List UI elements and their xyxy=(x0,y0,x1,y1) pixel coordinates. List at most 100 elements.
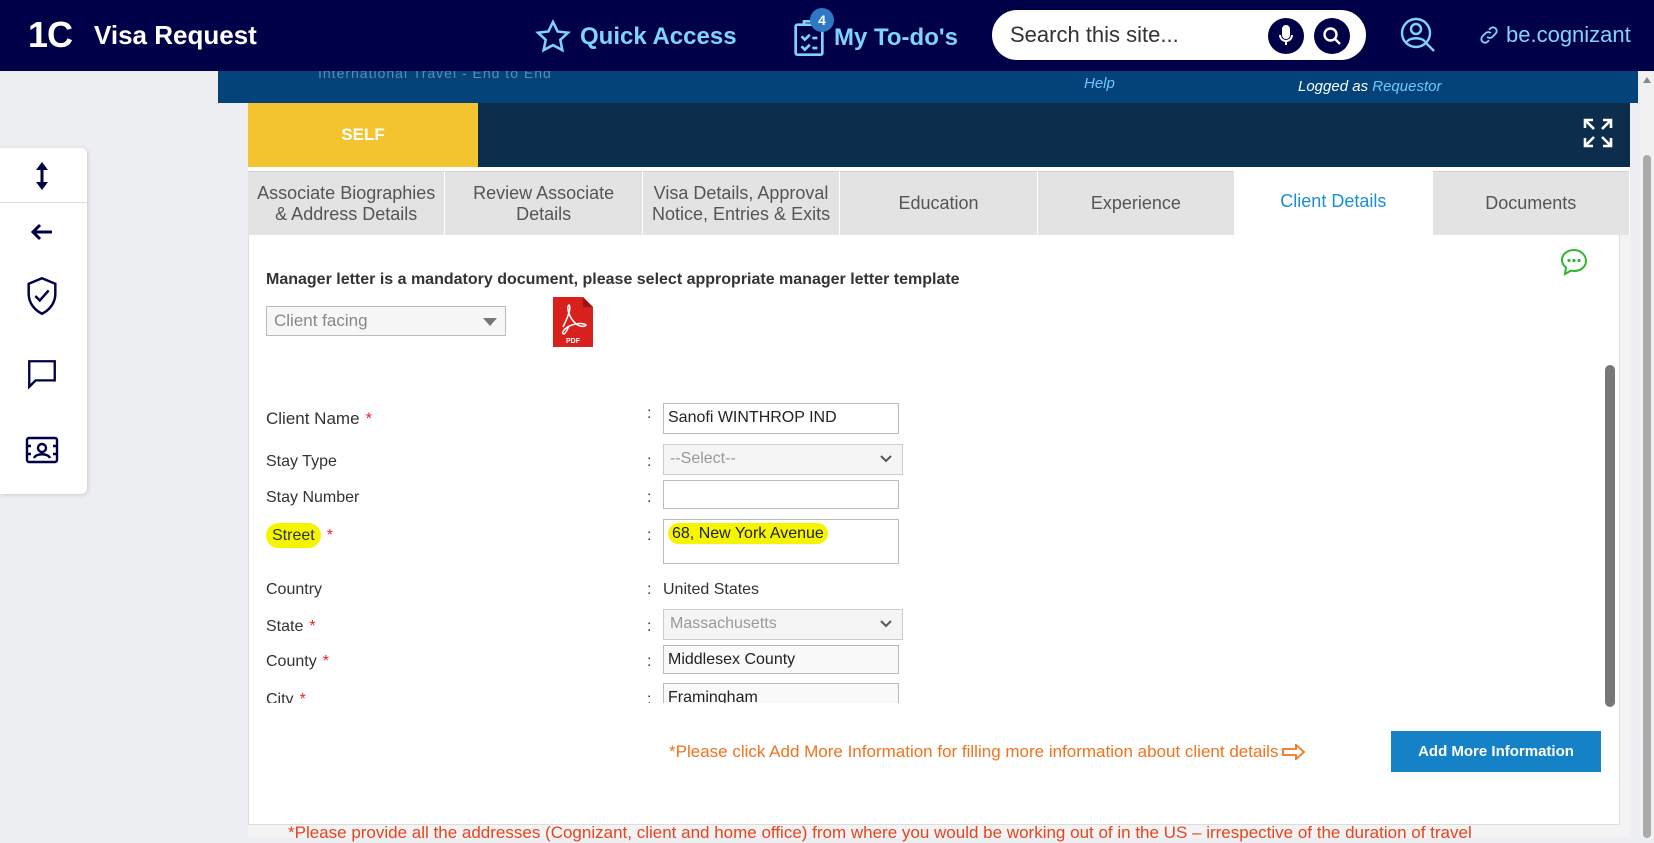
app-title[interactable]: Visa Request xyxy=(94,20,257,51)
state-label: State * xyxy=(266,618,316,636)
street-value: 68, New York Avenue xyxy=(668,523,828,544)
address-requirement-message: *Please provide all the addresses (Cogni… xyxy=(288,823,1472,842)
left-toolbar xyxy=(0,148,87,494)
visa-request-panel: SELF Associate Biographies & Address Det… xyxy=(248,103,1630,842)
microphone-icon xyxy=(1279,25,1293,45)
field-colon: : xyxy=(647,653,652,670)
section-tabs: Associate Biographies & Address Details … xyxy=(248,167,1630,235)
shield-check-icon xyxy=(27,276,57,316)
tab-education[interactable]: Education xyxy=(840,171,1037,235)
stay-type-label: Stay Type xyxy=(266,453,337,470)
client-name-label-text: Client Name xyxy=(266,409,360,428)
street-label-text: Street xyxy=(266,523,321,548)
top-navbar: 1C Visa Request Quick Access My To-do's … xyxy=(0,0,1654,71)
add-info-message: *Please click Add More Information for f… xyxy=(669,742,1306,762)
scroll-up-arrow-icon[interactable] xyxy=(1643,77,1651,83)
tab-associate-biographies[interactable]: Associate Biographies & Address Details xyxy=(248,171,445,235)
support-button[interactable] xyxy=(22,430,62,470)
user-search-icon[interactable] xyxy=(1398,15,1438,55)
comment-dots-icon[interactable] xyxy=(1559,247,1589,277)
stay-number-label: Stay Number xyxy=(266,489,360,506)
self-tab[interactable]: SELF xyxy=(248,103,478,167)
tab-client-details[interactable]: Client Details xyxy=(1235,167,1432,235)
help-link[interactable]: Help xyxy=(1084,75,1115,92)
field-colon: : xyxy=(647,405,652,422)
manager-letter-instruction: Manager letter is a mandatory document, … xyxy=(266,271,960,288)
support-ticket-icon xyxy=(25,436,59,464)
message-icon xyxy=(28,360,56,390)
add-more-information-button[interactable]: Add More Information xyxy=(1391,731,1601,772)
form-scrollbar[interactable] xyxy=(1605,365,1615,707)
county-label-text: County xyxy=(266,653,317,670)
country-label: Country xyxy=(266,581,323,598)
state-select[interactable]: Massachusetts xyxy=(663,609,903,640)
search-icon xyxy=(1323,27,1341,45)
collapse-toggle[interactable] xyxy=(22,156,62,196)
todo-count-badge: 4 xyxy=(810,8,834,32)
street-textarea[interactable]: 68, New York Avenue xyxy=(663,519,899,564)
client-name-input[interactable]: Sanofi WINTHROP IND xyxy=(663,403,899,434)
client-name-label: Client Name * xyxy=(266,409,372,429)
required-marker: * xyxy=(322,653,329,670)
logged-as-text: Logged as Requestor xyxy=(1298,78,1441,95)
tab-visa-details[interactable]: Visa Details, Approval Notice, Entries &… xyxy=(642,171,840,235)
search-button[interactable] xyxy=(1314,18,1350,54)
quick-access-label: Quick Access xyxy=(580,23,737,50)
site-search xyxy=(992,10,1366,60)
manager-letter-template-select[interactable]: Client facing xyxy=(266,306,506,336)
form-scroll-fade xyxy=(249,703,1619,725)
quick-access-link[interactable]: Quick Access xyxy=(534,18,737,56)
required-marker: * xyxy=(309,618,316,635)
be-cognizant-link[interactable]: be.cognizant xyxy=(1478,22,1631,48)
county-input[interactable]: Middlesex County xyxy=(663,645,899,674)
arrow-left-icon xyxy=(30,223,52,241)
state-value: Massachusetts xyxy=(670,615,777,632)
be-cognizant-label: be.cognizant xyxy=(1506,22,1631,47)
add-info-message-text: *Please click Add More Information for f… xyxy=(669,742,1279,761)
portal-header-bar: International Travel - End to End Help L… xyxy=(218,71,1638,103)
field-colon: : xyxy=(647,527,652,544)
page-scroll-thumb[interactable] xyxy=(1643,155,1651,838)
up-down-arrows-icon xyxy=(36,162,48,190)
voice-search-button[interactable] xyxy=(1268,18,1304,54)
tab-review-associate[interactable]: Review Associate Details xyxy=(445,171,642,235)
required-marker: * xyxy=(326,527,333,544)
todos-label: My To-do's xyxy=(834,24,958,51)
cognizant-logo[interactable]: 1C xyxy=(28,14,73,56)
tab-experience[interactable]: Experience xyxy=(1037,171,1235,235)
pdf-file-icon[interactable]: PDF xyxy=(551,295,595,349)
portal-title-faded: International Travel - End to End xyxy=(318,71,552,81)
stay-number-input[interactable] xyxy=(663,480,899,509)
toolbar-divider xyxy=(0,202,87,203)
tab-documents[interactable]: Documents xyxy=(1432,171,1629,235)
star-icon xyxy=(535,19,571,53)
pdf-icon-label: PDF xyxy=(566,338,581,345)
link-icon xyxy=(1480,26,1498,44)
logged-role[interactable]: Requestor xyxy=(1372,78,1441,95)
back-button[interactable] xyxy=(22,212,62,252)
chat-button[interactable] xyxy=(22,354,62,394)
field-colon: : xyxy=(647,453,652,470)
stay-type-select[interactable]: --Select-- xyxy=(663,444,903,475)
expand-icon[interactable] xyxy=(1582,117,1614,149)
template-select-value: Client facing xyxy=(274,311,368,330)
client-details-content: Manager letter is a mandatory document, … xyxy=(248,235,1620,825)
field-colon: : xyxy=(647,581,652,598)
applicant-bar: SELF xyxy=(248,103,1630,167)
security-button[interactable] xyxy=(22,276,62,316)
country-value: United States xyxy=(663,581,760,598)
caret-down-icon xyxy=(483,318,497,326)
arrow-right-icon xyxy=(1282,744,1306,760)
state-label-text: State xyxy=(266,618,304,635)
chevron-down-icon xyxy=(880,455,892,463)
logged-prefix: Logged as xyxy=(1298,78,1369,95)
field-colon: : xyxy=(647,618,652,635)
chevron-down-icon xyxy=(880,620,892,628)
search-input[interactable] xyxy=(1010,20,1250,50)
required-marker: * xyxy=(365,409,373,428)
county-label: County * xyxy=(266,653,329,671)
page-scrollbar[interactable] xyxy=(1640,71,1654,838)
stay-type-value: --Select-- xyxy=(670,450,736,467)
field-colon: : xyxy=(647,489,652,506)
street-label: Street * xyxy=(266,523,333,548)
